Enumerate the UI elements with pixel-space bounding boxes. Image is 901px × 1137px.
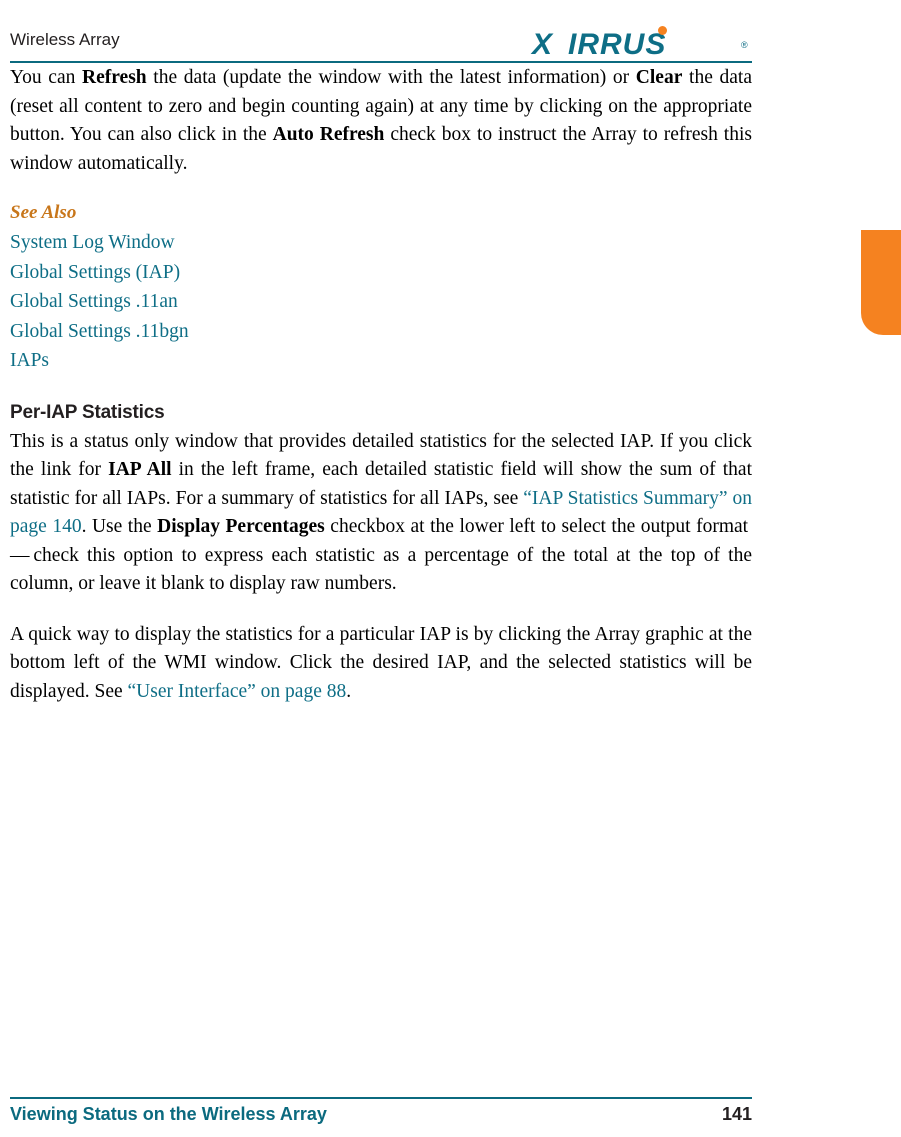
para3-seg-1: A quick way to display the statistics fo… (10, 623, 752, 702)
xirrus-logo: X IRRUS ® (532, 26, 762, 61)
see-also-link[interactable]: Global Settings (IAP) (10, 258, 752, 288)
para3-seg-2: . (346, 680, 352, 702)
intro-seg-1: You can (10, 67, 83, 88)
intro-bold-refresh: Refresh (82, 67, 147, 88)
intro-paragraph: You can Refresh the data (update the win… (10, 64, 752, 178)
para2-seg-3: . Use the (81, 516, 158, 537)
see-also-heading: See Also (10, 202, 77, 223)
logo-letter-x: X (532, 28, 553, 61)
paragraph-array-graphic: A quick way to display the statistics fo… (10, 621, 752, 707)
intro-seg-2: the data (update the window with the lat… (146, 67, 636, 88)
header-divider (10, 61, 752, 63)
cross-reference-link-user-interface[interactable]: “User Interface” on page 88 (128, 681, 347, 702)
page-edge-tab (861, 230, 901, 335)
footer-section-title: Viewing Status on the Wireless Array (10, 1104, 327, 1124)
para2-bold-iap-all: IAP All (108, 459, 172, 480)
paragraph-per-iap-statistics: This is a status only window that provid… (10, 428, 752, 599)
intro-bold-auto-refresh: Auto Refresh (272, 124, 385, 145)
header-title: Wireless Array (10, 30, 120, 49)
logo-registered-mark: ® (741, 40, 748, 50)
footer-divider (10, 1097, 752, 1099)
page-header: Wireless Array X IRRUS ® (10, 14, 752, 63)
footer-page-number: 141 (721, 1104, 752, 1124)
see-also-link-list: System Log Window Global Settings (IAP) … (10, 228, 752, 376)
document-page: Wireless Array X IRRUS ® You can Refresh… (0, 0, 901, 1137)
logo-dot-icon (658, 26, 667, 35)
see-also-link[interactable]: IAPs (10, 346, 752, 376)
see-also-link[interactable]: Global Settings .11bgn (10, 317, 752, 347)
see-also-link[interactable]: System Log Window (10, 228, 752, 258)
intro-bold-clear: Clear (635, 67, 683, 88)
see-also-link[interactable]: Global Settings .11an (10, 287, 752, 317)
logo-wordmark: IRRUS (568, 28, 667, 61)
para2-bold-display-percentages: Display Percentages (157, 516, 325, 537)
section-heading-per-iap-statistics: Per-IAP Statistics (10, 401, 165, 423)
page-content: You can Refresh the data (update the win… (10, 64, 752, 706)
